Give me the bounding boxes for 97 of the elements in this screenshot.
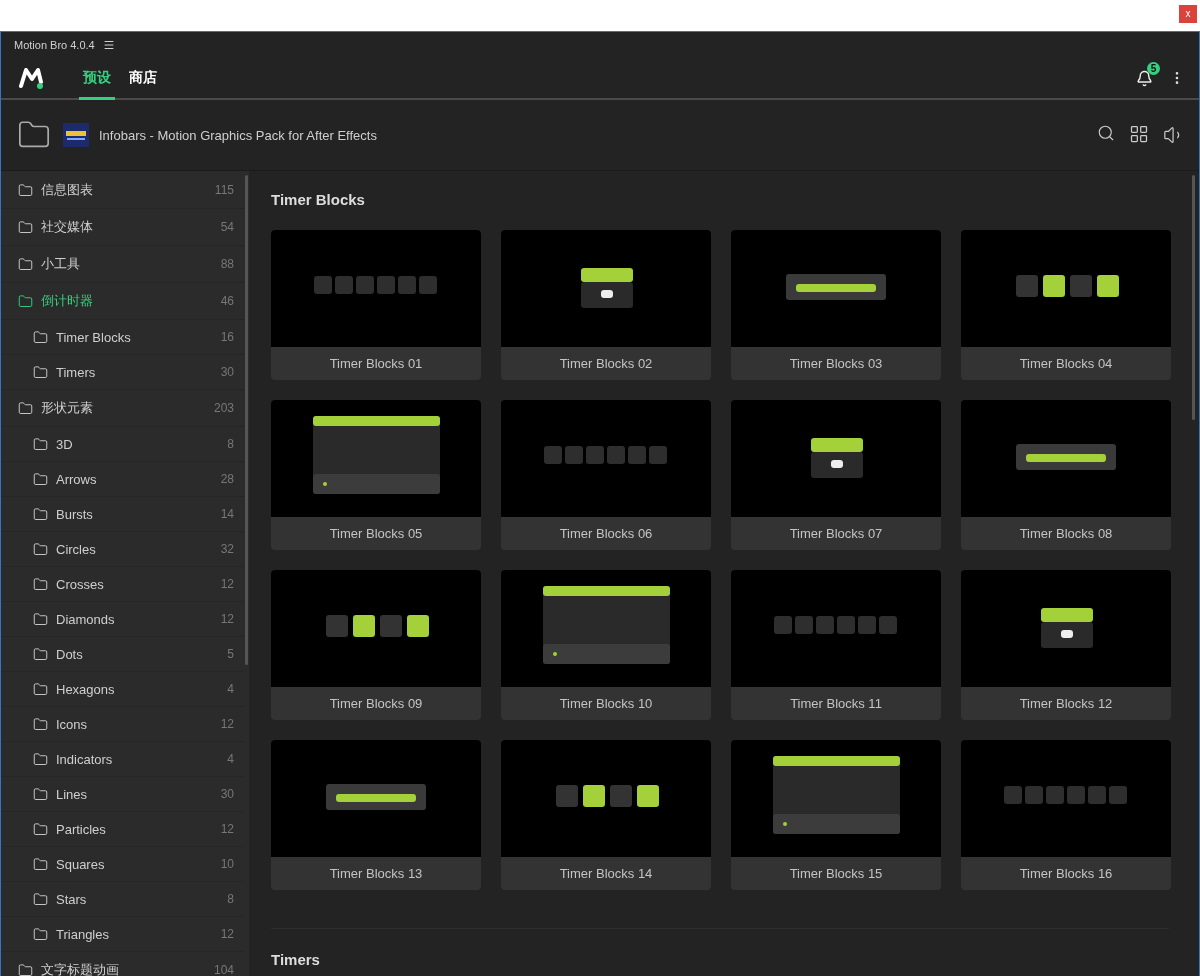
section-title: Timers xyxy=(271,951,321,970)
pack-title: Infobars - Motion Graphics Pack for After Effects xyxy=(99,127,377,143)
folder-icon xyxy=(18,219,33,235)
folder-icon xyxy=(18,293,33,309)
item-count: 12 xyxy=(220,927,234,941)
folder-icon xyxy=(33,541,48,557)
preset-card[interactable]: Timer Blocks 05 xyxy=(271,400,481,550)
preset-card[interactable]: Timer Blocks 02 xyxy=(501,230,711,380)
sidebar-item[interactable]: Indicators 4 xyxy=(1,742,244,777)
sidebar-item[interactable]: Arrows 28 xyxy=(1,462,244,497)
sidebar-item[interactable]: Dots 5 xyxy=(1,637,244,672)
item-count: 4 xyxy=(227,752,234,766)
folder-icon xyxy=(18,400,33,416)
folder-icon xyxy=(33,436,48,452)
sidebar-item[interactable]: 3D 8 xyxy=(1,427,244,462)
item-count: 88 xyxy=(220,257,234,271)
section-title: Timer Blocks xyxy=(271,191,366,210)
item-count: 54 xyxy=(220,220,234,234)
menu-icon[interactable] xyxy=(102,39,115,51)
folder-icon xyxy=(33,329,48,345)
folder-icon xyxy=(33,506,48,522)
item-count: 32 xyxy=(220,542,234,556)
item-count: 12 xyxy=(220,717,234,731)
item-count: 12 xyxy=(220,577,234,591)
sidebar-item[interactable]: Stars 8 xyxy=(1,882,244,917)
preset-card[interactable]: Timer Blocks 04 xyxy=(961,230,1171,380)
sidebar-item[interactable]: Circles 32 xyxy=(1,532,244,567)
folder-icon xyxy=(33,751,48,767)
scrollbar-thumb[interactable] xyxy=(1192,175,1195,420)
folder-icon xyxy=(33,926,48,942)
preset-card[interactable]: Timer Blocks 12 xyxy=(961,570,1171,720)
sidebar-item[interactable]: 小工具 88 xyxy=(1,246,244,283)
nav-tab[interactable]: 商店 xyxy=(125,58,161,100)
item-count: 8 xyxy=(227,437,234,451)
folder-icon xyxy=(18,962,33,976)
item-count: 16 xyxy=(220,330,234,344)
search-icon[interactable] xyxy=(1097,124,1115,142)
item-count: 10 xyxy=(220,857,234,871)
close-button[interactable]: x xyxy=(1179,5,1197,23)
sidebar-item[interactable]: Icons 12 xyxy=(1,707,244,742)
folder-icon xyxy=(33,576,48,592)
item-count: 115 xyxy=(214,183,234,197)
preset-card[interactable]: Timer Blocks 03 xyxy=(731,230,941,380)
item-count: 8 xyxy=(227,892,234,906)
item-count: 4 xyxy=(227,682,234,696)
preset-card[interactable]: Timer Blocks 01 xyxy=(271,230,481,380)
preset-card[interactable]: Timer Blocks 14 xyxy=(501,740,711,890)
scrollbar-thumb[interactable] xyxy=(245,175,248,665)
item-count: 28 xyxy=(220,472,234,486)
sidebar-item[interactable]: Hexagons 4 xyxy=(1,672,244,707)
item-count: 104 xyxy=(213,963,234,976)
sidebar-item[interactable]: Particles 12 xyxy=(1,812,244,847)
folder-icon xyxy=(33,611,48,627)
item-count: 203 xyxy=(213,401,234,415)
preset-card[interactable]: Timer Blocks 15 xyxy=(731,740,941,890)
sidebar-item[interactable]: 社交媒体 54 xyxy=(1,209,244,246)
item-count: 12 xyxy=(220,822,234,836)
item-count: 12 xyxy=(220,612,234,626)
preset-card[interactable]: Timer Blocks 10 xyxy=(501,570,711,720)
folder-icon xyxy=(33,471,48,487)
nav-tab[interactable]: 预设 xyxy=(79,58,115,100)
preset-card[interactable]: Timer Blocks 09 xyxy=(271,570,481,720)
sidebar-item[interactable]: 形状元素 203 xyxy=(1,390,244,427)
sidebar-item[interactable]: Crosses 12 xyxy=(1,567,244,602)
item-count: 30 xyxy=(220,787,234,801)
logo-icon xyxy=(19,66,45,90)
grid-icon[interactable] xyxy=(1129,124,1149,144)
folder-icon xyxy=(33,716,48,732)
bell-icon[interactable] xyxy=(1136,69,1153,87)
folder-icon xyxy=(18,256,33,272)
sidebar-item[interactable]: Diamonds 12 xyxy=(1,602,244,637)
preset-card[interactable]: Timer Blocks 11 xyxy=(731,570,941,720)
preset-card[interactable]: Timer Blocks 07 xyxy=(731,400,941,550)
folder-icon xyxy=(33,856,48,872)
item-count: 5 xyxy=(227,647,234,661)
folder-icon xyxy=(18,182,33,198)
sidebar-item[interactable]: Triangles 12 xyxy=(1,917,244,952)
preset-card[interactable]: Timer Blocks 06 xyxy=(501,400,711,550)
folder-icon xyxy=(33,821,48,837)
folder-icon xyxy=(33,786,48,802)
preset-card[interactable]: Timer Blocks 16 xyxy=(961,740,1171,890)
folder-icon xyxy=(33,364,48,380)
item-count: 14 xyxy=(220,507,234,521)
preset-card[interactable]: Timer Blocks 13 xyxy=(271,740,481,890)
folder-icon xyxy=(33,891,48,907)
window-title: Motion Bro 4.0.4 xyxy=(14,39,95,51)
preset-card[interactable]: Timer Blocks 08 xyxy=(961,400,1171,550)
sidebar-item[interactable]: Bursts 14 xyxy=(1,497,244,532)
folder-icon xyxy=(33,646,48,662)
folder-icon xyxy=(33,681,48,697)
sidebar-item[interactable]: 文字标题动画 104 xyxy=(1,952,244,976)
notification-badge: 5 xyxy=(1147,61,1160,75)
sidebar-item[interactable]: 信息图表 115 xyxy=(1,172,244,209)
sidebar-item[interactable]: Lines 30 xyxy=(1,777,244,812)
sidebar-item[interactable]: Squares 10 xyxy=(1,847,244,882)
item-count: 46 xyxy=(220,294,234,308)
item-count: 30 xyxy=(220,365,234,379)
